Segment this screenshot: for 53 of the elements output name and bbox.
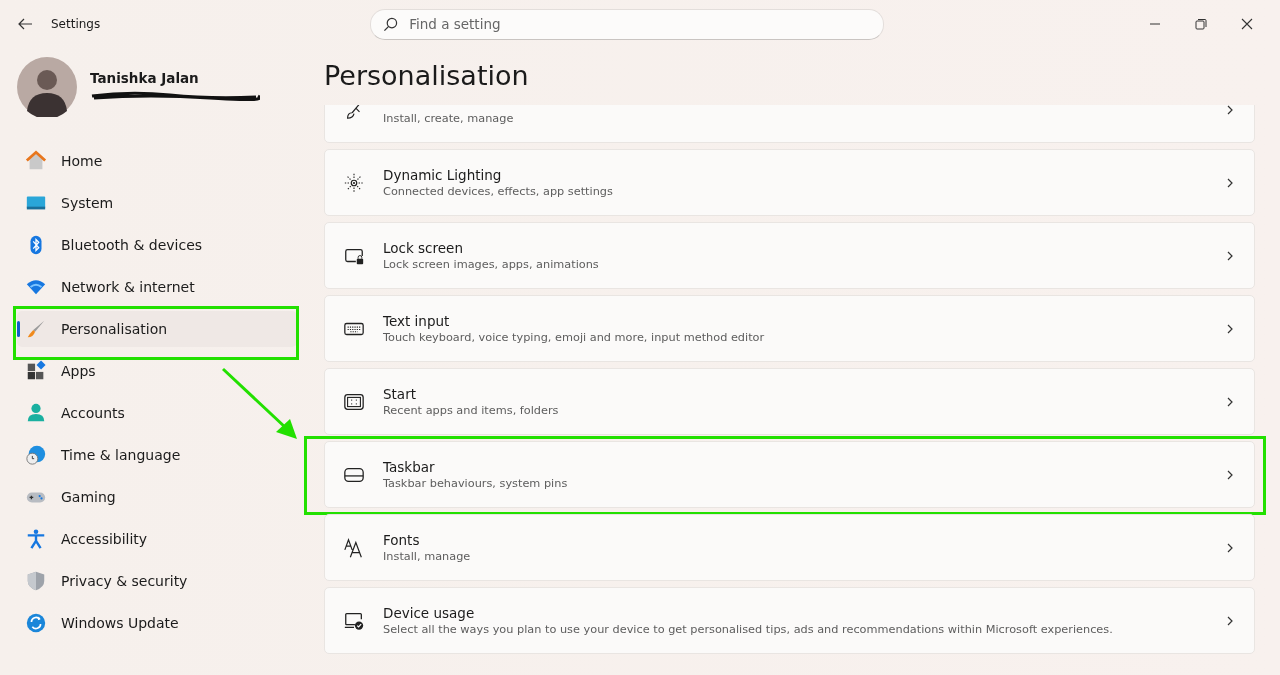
sidebar-item[interactable]: Accounts xyxy=(17,395,297,431)
card-subtitle: Install, manage xyxy=(383,548,472,565)
card-subtitle: Touch keyboard, voice typing, emoji and more, input method editor xyxy=(383,329,766,346)
search-field[interactable]: Find a setting xyxy=(370,8,885,40)
card-subtitle: Select all the ways you plan to use your device to get personalised tips, ads and recommendations within Microsoft experiences. xyxy=(383,621,1114,638)
card-subtitle: Recent apps and items, folders xyxy=(383,402,560,419)
accessibility-icon xyxy=(25,528,47,550)
card-title: Fonts xyxy=(383,530,421,549)
profile-name: Tanishka Jalan xyxy=(90,69,200,86)
fonts-icon xyxy=(343,536,365,559)
sidebar-item[interactable]: Accessibility xyxy=(17,521,297,557)
settings-card[interactable]: Taskbar Taskbar behaviours, system pins xyxy=(324,441,1255,508)
card-title: Text input xyxy=(383,311,451,330)
sidebar-item[interactable]: Windows Update xyxy=(17,605,297,641)
settings-card[interactable]: Device usage Select all the ways you plan to use your device to get personalised tips, ads and recommendations within Microsoft experiences. xyxy=(324,587,1255,654)
card-title: Taskbar xyxy=(383,457,436,476)
card-title: Device usage xyxy=(383,603,476,622)
settings-card[interactable]: Start Recent apps and items, folders xyxy=(324,368,1255,435)
sync-icon xyxy=(25,612,47,634)
home-icon xyxy=(25,150,47,172)
search-icon xyxy=(383,16,399,32)
card-subtitle: Connected devices, effects, app settings xyxy=(383,183,614,200)
sidebar-item[interactable]: Network & internet xyxy=(17,269,297,305)
sidebar-item[interactable]: Gaming xyxy=(17,479,297,515)
brush-icon xyxy=(25,318,47,340)
settings-card[interactable]: Text input Touch keyboard, voice typing, emoji and more, input method editor xyxy=(324,295,1255,362)
settings-card[interactable]: Fonts Install, manage xyxy=(324,514,1255,581)
settings-card[interactable]: Install, create, manage xyxy=(324,105,1255,143)
settings-card[interactable]: Dynamic Lighting Connected devices, effects, app settings xyxy=(324,149,1255,216)
settings-card[interactable]: Lock screen Lock screen images, apps, animations xyxy=(324,222,1255,289)
card-title: Start xyxy=(383,384,417,403)
card-title: Dynamic Lighting xyxy=(383,165,503,184)
sidebar-item[interactable]: System xyxy=(17,185,297,221)
sidebar-item[interactable]: Home xyxy=(17,143,297,179)
shield-icon xyxy=(25,570,47,592)
globe-clock-icon xyxy=(25,444,47,466)
window-title: Settings xyxy=(51,17,101,31)
sidebar-item[interactable]: Time & language xyxy=(17,437,297,473)
card-subtitle: Taskbar behaviours, system pins xyxy=(383,475,569,492)
card-subtitle: Install, create, manage xyxy=(383,110,515,127)
apps-icon xyxy=(25,360,47,382)
page-title: Personalisation xyxy=(324,59,530,93)
sidebar-item[interactable]: Bluetooth & devices xyxy=(17,227,297,263)
sidebar-item[interactable]: Apps xyxy=(17,353,297,389)
person-icon xyxy=(25,402,47,424)
card-subtitle: Lock screen images, apps, animations xyxy=(383,256,600,273)
back-icon[interactable] xyxy=(17,16,33,32)
avatar[interactable] xyxy=(17,57,77,117)
sidebar-item[interactable]: Personalisation xyxy=(17,311,297,347)
card-title: Lock screen xyxy=(383,238,464,257)
selection-indicator xyxy=(17,321,20,337)
lighting-icon xyxy=(343,171,365,194)
sidebar-item[interactable]: Privacy & security xyxy=(17,563,297,599)
